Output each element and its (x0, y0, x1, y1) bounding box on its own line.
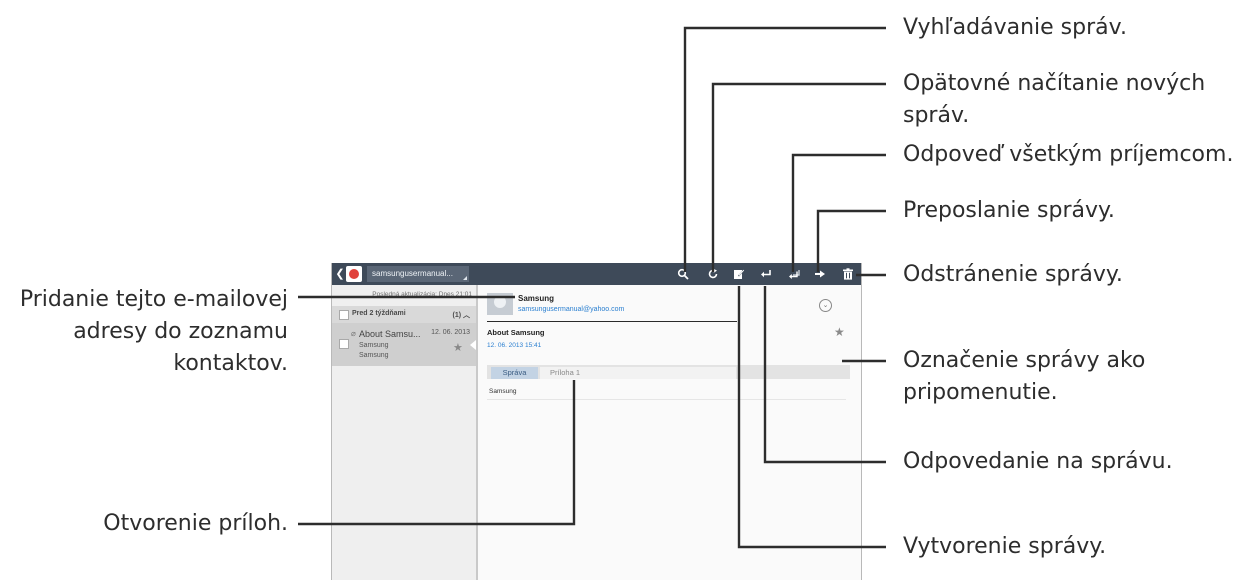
chevron-down-icon[interactable]: ⌄ (819, 299, 832, 312)
callout-add-contact-line1: Pridanie tejto e-mailovej (19, 287, 288, 312)
chevron-up-icon[interactable]: ︿ (463, 312, 470, 319)
action-bar: ❮ samsungusermanual... (332, 263, 861, 285)
item-checkbox[interactable] (339, 339, 349, 349)
avatar[interactable] (487, 293, 513, 315)
callout-delete: Odstránenie správy. (903, 262, 1123, 287)
reply-icon[interactable] (755, 263, 777, 285)
selection-pointer (470, 340, 476, 350)
callout-add-contact: Pridanie tejto e-mailovej adresy do zozn… (20, 284, 288, 380)
last-update-label: Posledná aktualizácia: Dnes 21:01 (372, 291, 472, 298)
callout-line-search (683, 26, 886, 272)
callout-refresh-line2: správ. (903, 103, 970, 128)
callout-star-line2: pripomenutie. (903, 380, 1058, 405)
item-sender: Samsung (359, 342, 389, 349)
callout-reply: Odpovedanie na správu. (903, 449, 1173, 474)
email-app-screen: ❮ samsungusermanual... Posledná aktualiz… (331, 263, 862, 580)
callout-refresh-line1: Opätovné načítanie nových (903, 71, 1206, 96)
star-icon[interactable]: ★ (453, 341, 463, 354)
message-subject: About Samsung (487, 328, 545, 337)
compose-icon[interactable] (728, 263, 750, 285)
search-icon[interactable] (672, 263, 694, 285)
callout-search: Vyhľadávanie správ. (903, 15, 1127, 40)
callout-compose: Vytvorenie správy. (903, 534, 1107, 559)
message-list: Posledná aktualizácia: Dnes 21:01 Pred 2… (332, 285, 478, 580)
divider (487, 321, 737, 322)
sender-name: Samsung (518, 294, 555, 303)
callout-add-contact-line2: adresy do zoznamu (73, 319, 288, 344)
account-selector[interactable]: samsungusermanual... (367, 266, 469, 282)
paperclip-icon: ⌀ (351, 329, 356, 338)
forward-icon[interactable] (809, 263, 831, 285)
callout-refresh: Opätovné načítanie nových správ. (903, 68, 1205, 132)
message-view: Samsung samsungusermanual@yahoo.com ⌄ Ab… (478, 285, 861, 580)
group-checkbox[interactable] (339, 310, 349, 320)
list-item[interactable]: ⌀ About Samsu... 12. 06. 2013 Samsung Sa… (332, 323, 476, 366)
group-count: (1) ︿ (452, 312, 470, 319)
callout-add-contact-line3: kontaktov. (173, 351, 288, 376)
item-subject: About Samsu... (359, 329, 421, 339)
group-label: Pred 2 týždňami (352, 310, 406, 317)
tab-message[interactable]: Správa (491, 367, 538, 379)
message-body: Samsung (487, 388, 846, 400)
callout-line-reply-all (791, 153, 886, 272)
message-tabs: Správa Príloha 1 (487, 365, 850, 379)
callout-reply-all: Odpoveď všetkým príjemcom. (903, 142, 1234, 167)
callout-star: Označenie správy ako pripomenutie. (903, 345, 1145, 409)
star-icon[interactable]: ★ (834, 325, 845, 339)
callout-star-line1: Označenie správy ako (903, 348, 1146, 373)
callout-line-refresh (711, 82, 886, 272)
item-date: 12. 06. 2013 (431, 329, 470, 336)
tab-attachment[interactable]: Príloha 1 (540, 367, 736, 379)
back-icon[interactable]: ❮ (335, 267, 345, 281)
sender-email-link[interactable]: samsungusermanual@yahoo.com (518, 306, 624, 313)
callout-forward: Preposlanie správy. (903, 198, 1115, 223)
item-preview: Samsung (359, 352, 389, 359)
date-group-header[interactable]: Pred 2 týždňami (1) ︿ (332, 306, 476, 323)
email-app-icon[interactable] (346, 266, 362, 282)
callout-attachments: Otvorenie príloh. (103, 511, 288, 536)
refresh-icon[interactable] (702, 263, 724, 285)
message-datetime: 12. 06. 2013 15:41 (487, 342, 542, 349)
delete-icon[interactable] (837, 263, 859, 285)
reply-all-icon[interactable] (783, 263, 805, 285)
